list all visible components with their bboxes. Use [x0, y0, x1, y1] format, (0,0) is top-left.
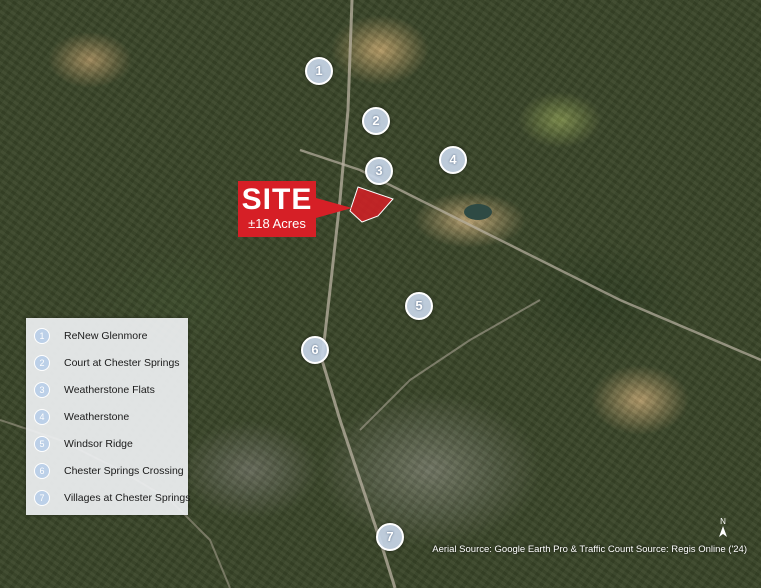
diagonal-road	[359, 299, 541, 431]
legend-badge: 7	[34, 490, 50, 506]
marker-5[interactable]: 5	[405, 292, 433, 320]
pond	[464, 204, 492, 220]
marker-7[interactable]: 7	[376, 523, 404, 551]
north-arrow-icon: N	[716, 516, 730, 538]
legend-label: Weatherstone Flats	[64, 384, 155, 396]
aerial-map: 1 2 3 4 5 6 7 SITE ±18 Acres 1 ReNew Gle…	[0, 0, 761, 588]
marker-6[interactable]: 6	[301, 336, 329, 364]
legend-item: 2 Court at Chester Springs	[34, 355, 180, 371]
legend-badge: 4	[34, 409, 50, 425]
site-title: SITE	[241, 183, 313, 216]
legend-label: Windsor Ridge	[64, 438, 133, 450]
legend-item: 7 Villages at Chester Springs	[34, 490, 190, 506]
marker-4[interactable]: 4	[439, 146, 467, 174]
legend-badge: 1	[34, 328, 50, 344]
legend-panel: 1 ReNew Glenmore 2 Court at Chester Spri…	[26, 318, 190, 515]
marker-3[interactable]: 3	[365, 157, 393, 185]
legend-item: 6 Chester Springs Crossing	[34, 463, 184, 479]
marker-2[interactable]: 2	[362, 107, 390, 135]
legend-label: Villages at Chester Springs	[64, 492, 191, 504]
north-label: N	[720, 517, 726, 526]
legend-item: 5 Windsor Ridge	[34, 436, 133, 452]
legend-badge: 2	[34, 355, 50, 371]
site-label[interactable]: SITE ±18 Acres	[238, 181, 316, 237]
legend-label: Court at Chester Springs	[64, 357, 180, 369]
site-callout-pointer	[316, 198, 352, 218]
legend-label: Weatherstone	[64, 411, 130, 423]
site-acres: ±18 Acres	[248, 216, 306, 231]
legend-badge: 3	[34, 382, 50, 398]
legend-badge: 6	[34, 463, 50, 479]
legend-label: ReNew Glenmore	[64, 330, 148, 342]
source-attribution: Aerial Source: Google Earth Pro & Traffi…	[432, 544, 747, 555]
legend-badge: 5	[34, 436, 50, 452]
legend-item: 4 Weatherstone	[34, 409, 129, 425]
legend-item: 3 Weatherstone Flats	[34, 382, 155, 398]
legend-item: 1 ReNew Glenmore	[34, 328, 147, 344]
main-road	[320, 0, 397, 588]
site-parcel	[349, 186, 394, 223]
marker-1[interactable]: 1	[305, 57, 333, 85]
legend-label: Chester Springs Crossing	[64, 465, 184, 477]
